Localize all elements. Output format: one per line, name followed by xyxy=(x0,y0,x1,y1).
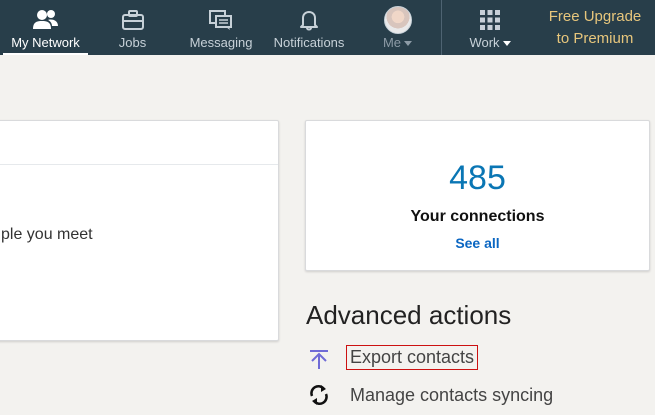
premium-line-2: to Premium xyxy=(556,29,634,47)
nav-divider xyxy=(441,0,442,55)
avatar xyxy=(383,6,412,34)
advanced-actions-title: Advanced actions xyxy=(306,300,512,330)
card-divider xyxy=(0,164,278,165)
avatar-wrap xyxy=(383,6,412,34)
nav-work[interactable]: Work xyxy=(455,0,525,55)
briefcase-icon xyxy=(119,8,147,32)
card-description: ple you meet xyxy=(1,226,93,243)
nav-label: Jobs xyxy=(118,35,147,50)
manage-syncing-link[interactable]: Manage contacts syncing xyxy=(350,385,553,406)
nav-my-network[interactable]: My Network xyxy=(3,0,88,55)
nav-work-label-wrap: Work xyxy=(469,35,511,50)
nav-label: Work xyxy=(469,35,500,50)
upload-arrow-icon xyxy=(306,346,332,372)
nav-me-label-wrap: Me xyxy=(382,35,413,50)
premium-line-1: Free Upgrade xyxy=(548,7,642,25)
nav-label: Me xyxy=(382,35,402,50)
connections-count[interactable]: 485 xyxy=(306,159,649,198)
nav-label: Notifications xyxy=(273,35,345,50)
grid-icon xyxy=(476,8,504,32)
manage-syncing-action[interactable]: Manage contacts syncing xyxy=(306,382,553,408)
left-card: ple you meet xyxy=(0,120,279,341)
connections-label: Your connections xyxy=(410,208,545,225)
sync-icon xyxy=(306,382,332,408)
nav-me[interactable]: Me xyxy=(370,0,425,55)
nav-label: My Network xyxy=(11,35,80,50)
bell-icon xyxy=(295,8,323,32)
see-all-link[interactable]: See all xyxy=(306,235,649,251)
nav-messaging[interactable]: Messaging xyxy=(185,0,257,55)
export-contacts-link[interactable]: Export contacts xyxy=(346,345,479,370)
chevron-down-icon xyxy=(502,41,511,47)
connections-card: 485 Your connections See all xyxy=(305,120,650,271)
nav-jobs[interactable]: Jobs xyxy=(100,0,165,55)
top-nav: My Network Jobs Messaging Notifications … xyxy=(0,0,655,55)
nav-label: Messaging xyxy=(189,35,253,50)
export-contacts-action[interactable]: Export contacts xyxy=(306,345,479,372)
messaging-icon xyxy=(207,8,235,32)
chevron-down-icon xyxy=(404,41,413,47)
people-icon xyxy=(32,8,60,32)
upgrade-premium-link[interactable]: Free Upgrade to Premium xyxy=(535,0,655,55)
nav-notifications[interactable]: Notifications xyxy=(268,0,350,55)
